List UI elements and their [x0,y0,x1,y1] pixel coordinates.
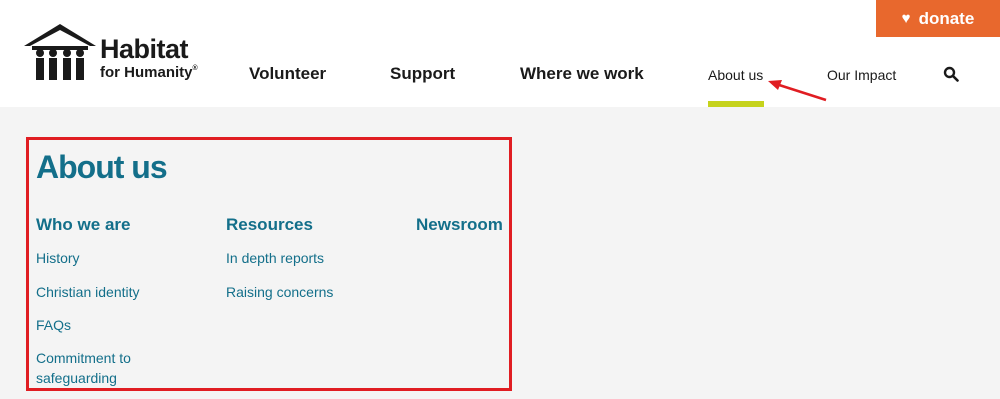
link-faqs[interactable]: FAQs [36,315,71,335]
nav-our-impact[interactable]: Our Impact [827,67,896,83]
link-commitment-line2: safeguarding [36,370,117,386]
donate-button[interactable]: ♥ donate [876,0,1000,37]
link-history[interactable]: History [36,248,80,268]
nav-where-we-work[interactable]: Where we work [520,64,644,84]
logo-line1: Habitat [100,34,189,64]
heart-icon: ♥ [901,10,911,27]
panel-title: About us [36,149,168,185]
annotation-arrow-icon [768,80,827,102]
nav-volunteer[interactable]: Volunteer [249,64,326,84]
nav-support[interactable]: Support [390,64,455,84]
link-raising-concerns[interactable]: Raising concerns [226,282,333,302]
column-heading-resources[interactable]: Resources [226,215,313,235]
column-heading-who-we-are[interactable]: Who we are [36,215,130,235]
search-icon[interactable] [943,66,959,82]
logo-wordmark: Habitat for Humanity® [100,34,198,81]
link-commitment-line1: Commitment to [36,350,131,366]
link-christian-identity[interactable]: Christian identity [36,282,140,302]
link-in-depth-reports[interactable]: In depth reports [226,248,324,268]
link-commitment-to-safeguarding[interactable]: Commitment to safeguarding [36,348,131,388]
column-heading-newsroom[interactable]: Newsroom [416,215,503,235]
logo-line2: for Humanity® [100,65,198,80]
nav-about-us[interactable]: About us [708,67,763,83]
nav-active-indicator [708,101,764,107]
habitat-logo[interactable]: Habitat for Humanity® [22,22,212,84]
donate-label: donate [918,8,975,28]
logo-house-icon [24,24,96,80]
logo-registered-mark: ® [192,65,198,72]
logo-line2-text: for Humanity [100,64,193,81]
